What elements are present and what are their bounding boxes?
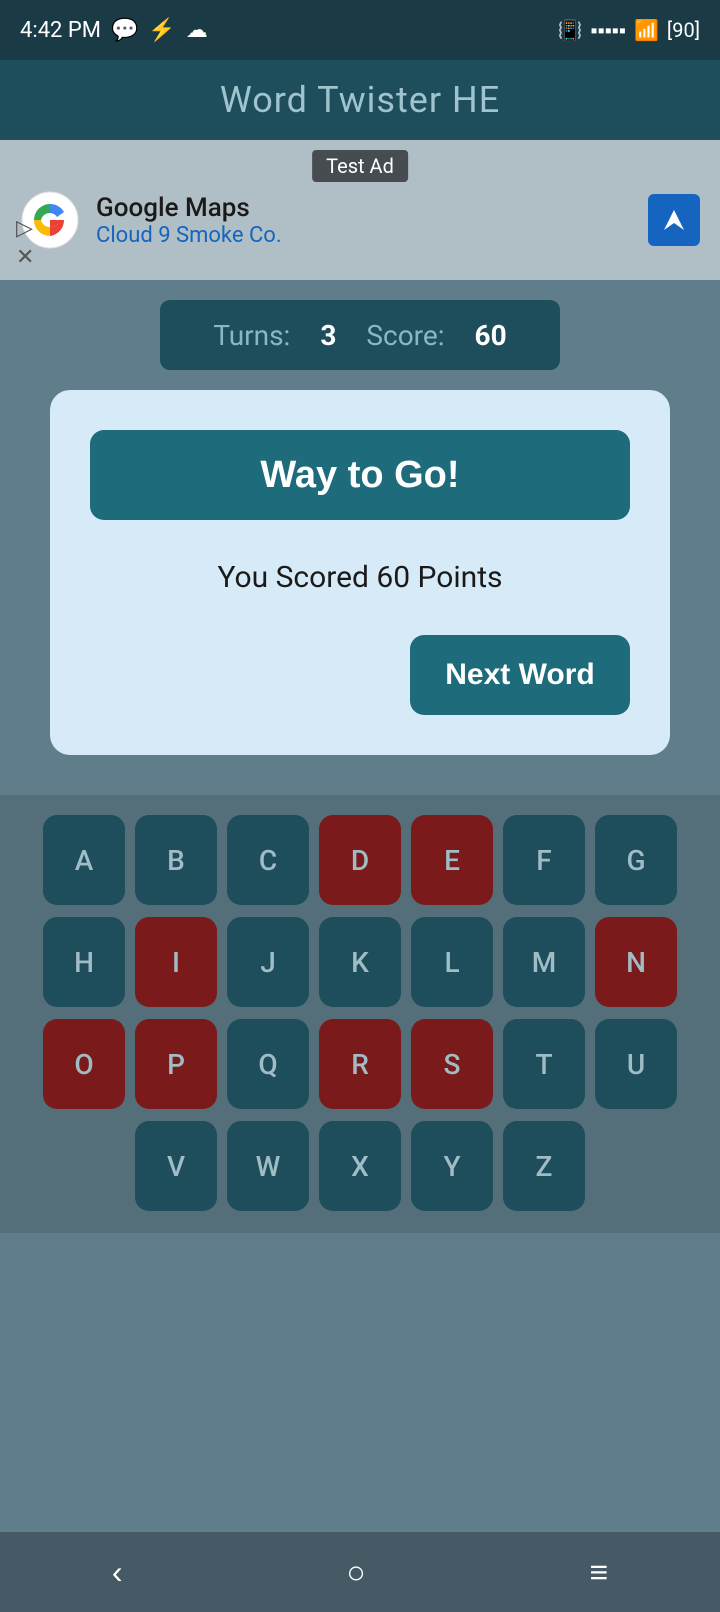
key-u[interactable]: U [595, 1019, 677, 1109]
key-t[interactable]: T [503, 1019, 585, 1109]
key-p[interactable]: P [135, 1019, 217, 1109]
way-to-go-button[interactable]: Way to Go! [90, 430, 630, 520]
signal-icon: ▪▪▪▪▪ [591, 18, 626, 43]
battery-display: [90] [667, 18, 700, 42]
turns-value: 3 [320, 319, 336, 352]
key-f[interactable]: F [503, 815, 585, 905]
key-z[interactable]: Z [503, 1121, 585, 1211]
score-value: 60 [475, 319, 507, 352]
key-b[interactable]: B [135, 815, 217, 905]
ad-play-icon[interactable]: ▷ [16, 216, 34, 241]
key-a[interactable]: A [43, 815, 125, 905]
key-e[interactable]: E [411, 815, 493, 905]
keyboard-row-0: ABCDEFG [10, 815, 710, 905]
score-label: Score: [366, 319, 444, 352]
app-title: Word Twister HE [220, 79, 500, 121]
key-l[interactable]: L [411, 917, 493, 1007]
cloud-icon: ☁ [186, 18, 208, 43]
key-d[interactable]: D [319, 815, 401, 905]
key-c[interactable]: C [227, 815, 309, 905]
key-w[interactable]: W [227, 1121, 309, 1211]
status-right: 📳 ▪▪▪▪▪ 📶 [90] [558, 18, 700, 43]
key-j[interactable]: J [227, 917, 309, 1007]
ad-advertiser: Google Maps [96, 193, 632, 223]
key-h[interactable]: H [43, 917, 125, 1007]
ad-text: Google Maps Cloud 9 Smoke Co. [96, 193, 632, 248]
key-n[interactable]: N [595, 917, 677, 1007]
vibrate-icon: 📳 [558, 18, 583, 42]
key-x[interactable]: X [319, 1121, 401, 1211]
result-popup: Way to Go! You Scored 60 Points Next Wor… [50, 390, 670, 755]
next-word-button[interactable]: Next Word [410, 635, 630, 715]
title-bar: Word Twister HE [0, 60, 720, 140]
ad-label: Test Ad [312, 150, 408, 182]
ad-controls[interactable]: ▷ ✕ [16, 216, 34, 270]
key-r[interactable]: R [319, 1019, 401, 1109]
ad-banner: Test Ad Google Maps Cloud 9 Smoke Co. ▷ … [0, 140, 720, 280]
key-i[interactable]: I [135, 917, 217, 1007]
key-m[interactable]: M [503, 917, 585, 1007]
keyboard-row-1: HIJKLMN [10, 917, 710, 1007]
key-y[interactable]: Y [411, 1121, 493, 1211]
score-bar: Turns: 3 Score: 60 [160, 300, 560, 370]
score-message: You Scored 60 Points [90, 560, 630, 595]
key-k[interactable]: K [319, 917, 401, 1007]
ad-content: Google Maps Cloud 9 Smoke Co. [20, 190, 700, 250]
keyboard-row-2: OPQRSTU [10, 1019, 710, 1109]
status-left: 4:42 PM 💬 ⚡ ☁ [20, 18, 208, 43]
whatsapp-icon: 💬 [111, 18, 138, 43]
key-g[interactable]: G [595, 815, 677, 905]
key-o[interactable]: O [43, 1019, 125, 1109]
home-button[interactable]: ○ [316, 1544, 395, 1601]
ad-close-icon[interactable]: ✕ [16, 245, 34, 270]
time-display: 4:42 PM [20, 18, 101, 43]
key-v[interactable]: V [135, 1121, 217, 1211]
wifi-icon: 📶 [634, 18, 659, 42]
turns-label: Turns: [213, 319, 290, 352]
ad-direction-icon[interactable] [648, 194, 700, 246]
nav-bar: ‹ ○ ≡ [0, 1532, 720, 1612]
back-button[interactable]: ‹ [82, 1544, 153, 1601]
usb-icon: ⚡ [148, 18, 175, 43]
status-bar: 4:42 PM 💬 ⚡ ☁ 📳 ▪▪▪▪▪ 📶 [90] [0, 0, 720, 60]
menu-button[interactable]: ≡ [559, 1544, 638, 1601]
keyboard-row-3: VWXYZ [10, 1121, 710, 1211]
ad-location: Cloud 9 Smoke Co. [96, 223, 632, 248]
key-q[interactable]: Q [227, 1019, 309, 1109]
keyboard-area: ABCDEFG HIJKLMN OPQRSTU VWXYZ [0, 795, 720, 1233]
key-s[interactable]: S [411, 1019, 493, 1109]
